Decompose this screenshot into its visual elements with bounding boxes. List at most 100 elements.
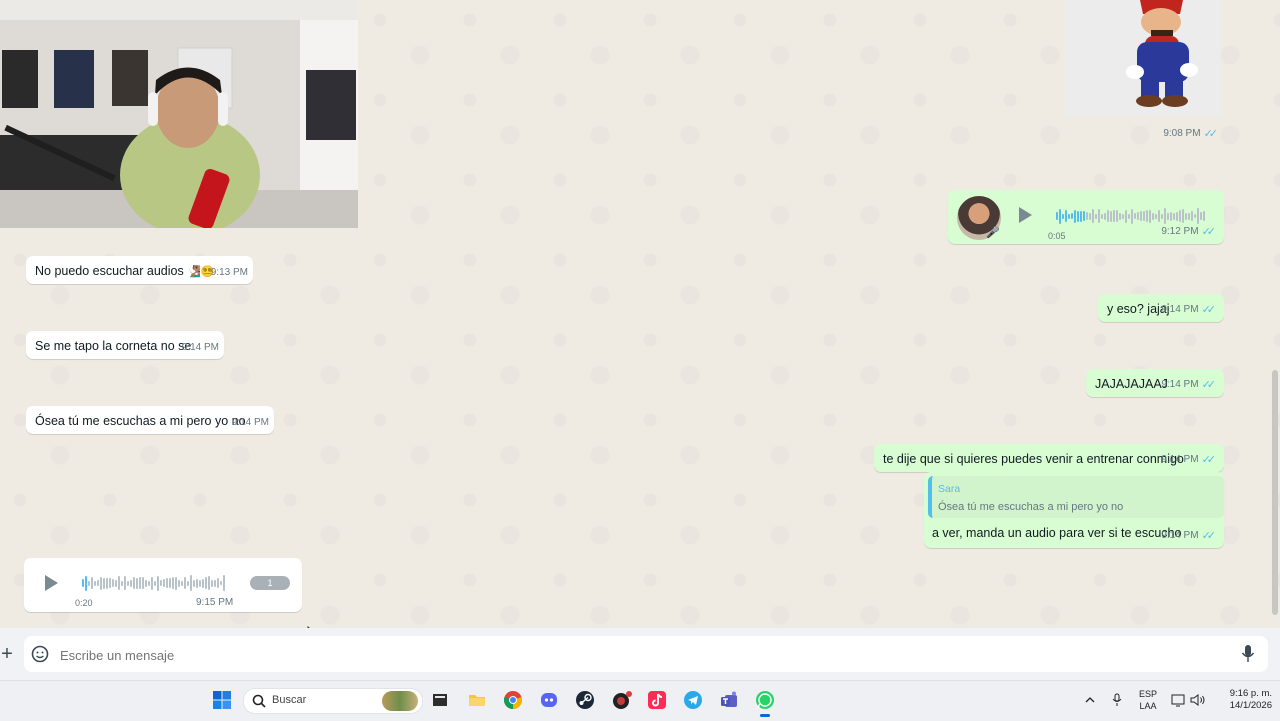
message-meta: 9:14 PM ✓✓ <box>1161 378 1216 391</box>
mic-badge-icon: 🎤 <box>986 227 1000 239</box>
outgoing-reply-message[interactable]: Sara Ósea tú me escuchas a mi pero yo no… <box>924 472 1224 548</box>
windows-start-icon[interactable] <box>212 690 232 710</box>
waveform-bar <box>1062 213 1064 219</box>
file-explorer-icon[interactable] <box>467 690 487 710</box>
waveform-bar <box>1203 211 1205 221</box>
mic-tray-icon[interactable] <box>1110 692 1124 708</box>
quoted-message[interactable]: Sara Ósea tú me escuchas a mi pero yo no <box>928 476 1224 518</box>
read-ticks-icon: ✓✓ <box>1201 304 1217 316</box>
voice-waveform[interactable] <box>1056 207 1205 225</box>
read-ticks-icon: ✓✓ <box>1201 226 1217 238</box>
message-text: JAJAJAJAAJ <box>1095 377 1168 391</box>
message-time: 9:14 PM <box>1161 304 1199 315</box>
teams-icon[interactable] <box>719 690 739 710</box>
incoming-message[interactable]: No puedo escuchar audios 🧏🏽‍♂️😵‍💫 9:13 P… <box>26 256 253 284</box>
waveform-bar <box>1107 210 1109 222</box>
waveform-bar <box>1176 211 1178 221</box>
waveform-bar <box>1089 212 1091 220</box>
discord-icon[interactable] <box>539 690 559 710</box>
waveform-bar <box>160 580 162 586</box>
chat-scrollbar[interactable] <box>1272 370 1278 615</box>
taskbar-search[interactable]: Buscar <box>243 688 423 714</box>
message-meta: 9:14 PM <box>182 342 219 353</box>
play-icon[interactable] <box>1014 204 1036 226</box>
voice-duration: 0:05 <box>1048 231 1066 241</box>
waveform-bar <box>124 576 126 590</box>
whatsapp-icon[interactable] <box>755 690 775 710</box>
waveform-bar <box>154 580 156 586</box>
waveform-bar <box>109 578 111 588</box>
waveform-bar <box>1167 212 1169 220</box>
tiktok-icon[interactable] <box>647 690 667 710</box>
waveform-bar <box>1131 208 1133 224</box>
waveform-bar <box>190 575 192 591</box>
message-input[interactable] <box>58 642 1212 668</box>
waveform-bar <box>1179 210 1181 222</box>
sent-image[interactable] <box>1065 0 1221 115</box>
voice-time: 9:15 PM <box>196 597 234 608</box>
waveform-bar <box>178 579 180 587</box>
waveform-bar <box>196 578 198 588</box>
plus-icon[interactable]: + <box>0 642 14 666</box>
waveform-bar <box>136 577 138 589</box>
language-line2: LAA <box>1139 701 1157 711</box>
steam-icon[interactable] <box>575 690 595 710</box>
waveform-bar <box>1155 213 1157 219</box>
play-icon[interactable] <box>40 572 62 594</box>
waveform-bar <box>166 578 168 588</box>
taskview-icon[interactable] <box>430 690 450 710</box>
incoming-message[interactable]: Se me tapo la corneta no se 9:14 PM <box>26 331 224 359</box>
outgoing-message[interactable]: y eso? jajaj 9:14 PM ✓✓ <box>1098 294 1224 322</box>
chevron-up-icon[interactable] <box>1082 692 1098 708</box>
waveform-bar <box>1182 209 1184 223</box>
app-icon[interactable] <box>611 690 632 710</box>
waveform-bar <box>139 577 141 589</box>
outgoing-voice-message[interactable]: 🎤 0:05 9:12 PM ✓✓ <box>948 190 1224 244</box>
read-ticks-icon: ✓✓ <box>1203 128 1219 140</box>
clock-date: 14/1/2026 <box>1229 700 1272 711</box>
waveform-bar <box>163 579 165 587</box>
waveform-bar <box>82 579 84 587</box>
waveform-bar <box>1200 212 1202 220</box>
waveform-bar <box>1164 208 1166 224</box>
waveform-bar <box>187 580 189 586</box>
waveform-bar <box>1191 211 1193 221</box>
waveform-bar <box>1059 208 1061 224</box>
incoming-message[interactable]: Ósea tú me escuchas a mi pero yo no 9:14… <box>26 406 274 434</box>
waveform-bar <box>88 580 90 586</box>
waveform-bar <box>175 576 177 590</box>
waveform-bar <box>199 579 201 587</box>
message-meta: 9:13 PM <box>211 267 248 278</box>
message-time: 9:13 PM <box>210 267 248 278</box>
waveform-bar <box>1083 211 1085 221</box>
waveform-bar <box>193 579 195 587</box>
language-indicator[interactable]: ESP LAA <box>1134 688 1162 712</box>
waveform-bar <box>94 580 96 586</box>
outgoing-message[interactable]: te dije que si quieres puedes venir a en… <box>874 444 1224 472</box>
system-clock[interactable]: 9:16 p. m. 14/1/2026 <box>1212 688 1272 712</box>
waveform-bar <box>1197 208 1199 224</box>
volume-icon[interactable] <box>1190 692 1206 708</box>
network-icon[interactable] <box>1170 692 1186 708</box>
chat-area[interactable]: 9:08 PM ✓✓ 🎤 0:05 9:12 PM ✓✓ No puedo es… <box>0 0 1280 628</box>
waveform-bar <box>1113 210 1115 222</box>
waveform-bar <box>1128 213 1130 219</box>
outgoing-message[interactable]: JAJAJAJAAJ 9:14 PM ✓✓ <box>1086 369 1224 397</box>
sticker-icon[interactable] <box>30 644 50 664</box>
message-text: Se me tapo la corneta no se <box>35 339 192 353</box>
chrome-icon[interactable] <box>503 690 523 710</box>
waveform-bar <box>1116 210 1118 222</box>
waveform-bar <box>1158 210 1160 222</box>
waveform-bar <box>151 576 153 590</box>
message-text: Ósea tú me escuchas a mi pero yo no <box>35 414 246 428</box>
message-input-container[interactable] <box>24 636 1268 672</box>
telegram-icon[interactable] <box>683 690 703 710</box>
waveform-bar <box>1104 212 1106 220</box>
waveform-bar <box>145 579 147 587</box>
quoted-text: Ósea tú me escuchas a mi pero yo no <box>938 501 1124 513</box>
waveform-bar <box>1188 212 1190 220</box>
microphone-icon[interactable] <box>1238 643 1258 665</box>
waveform-bar <box>121 580 123 586</box>
voice-waveform[interactable] <box>82 574 225 592</box>
incoming-voice-message[interactable]: 1 0:20 9:15 PM <box>24 558 302 612</box>
